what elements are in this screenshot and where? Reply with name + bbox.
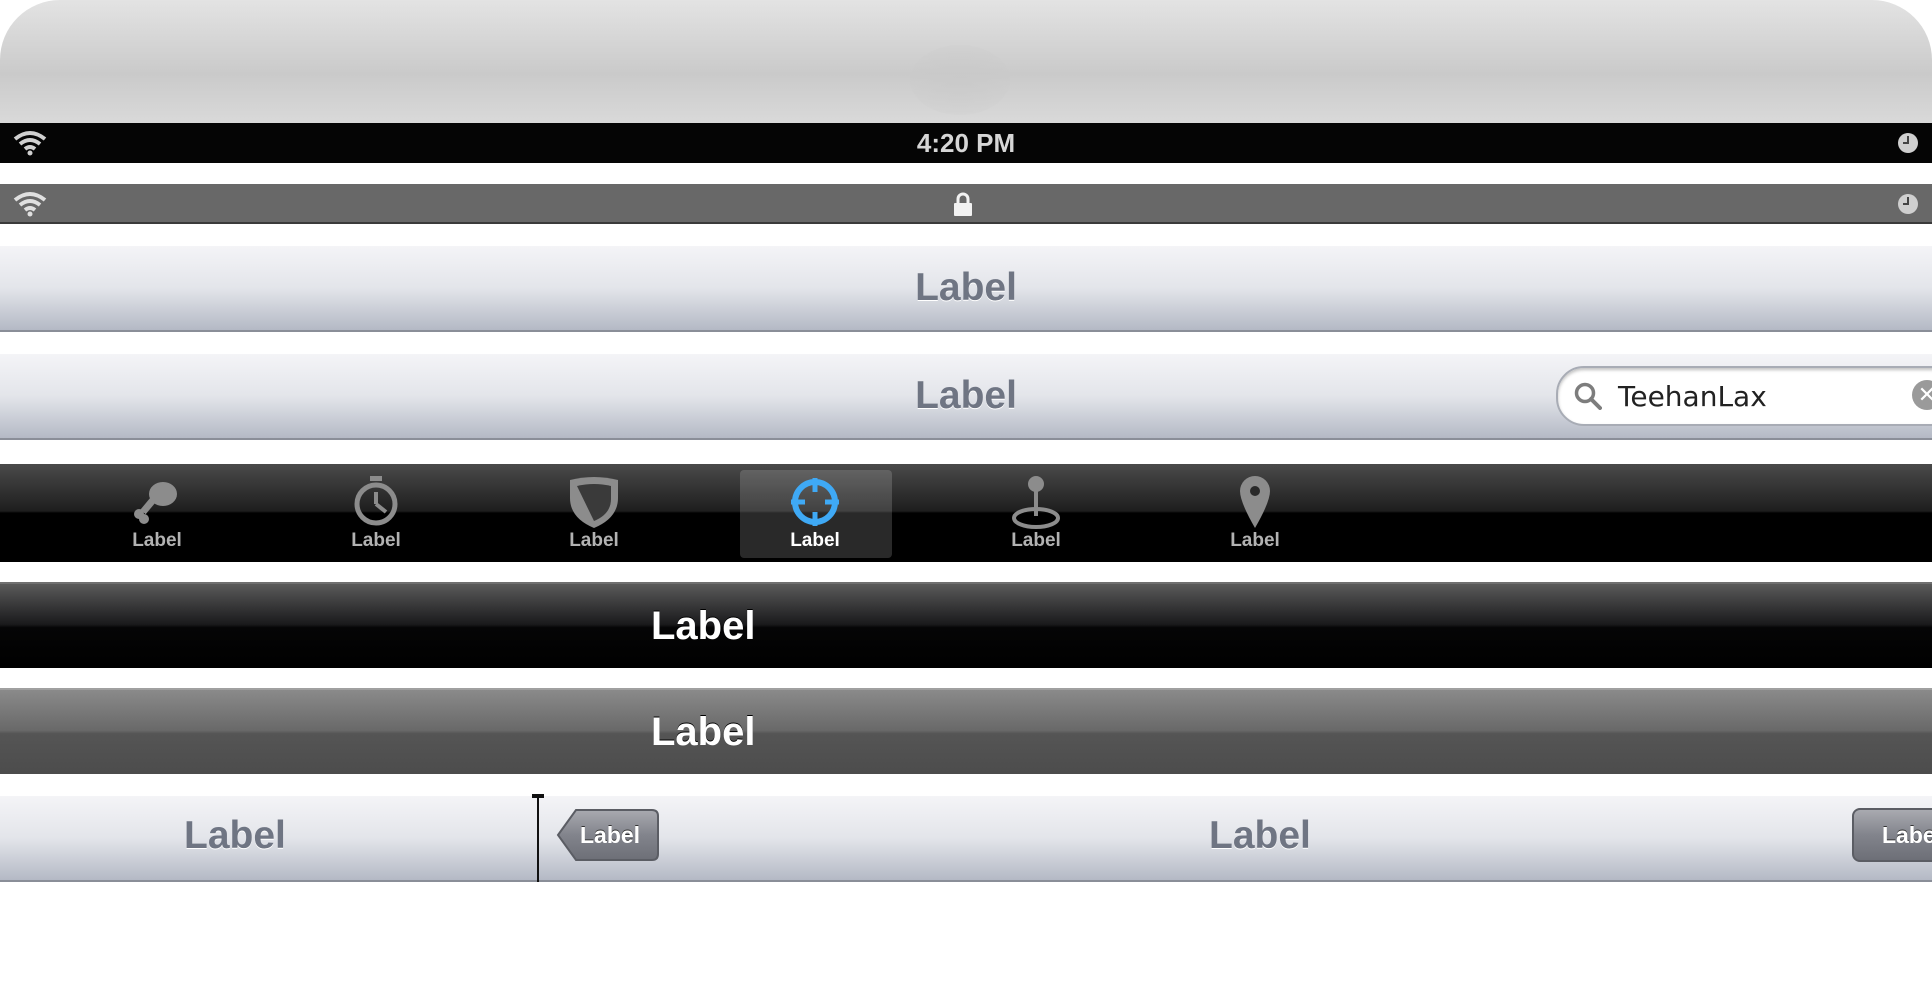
nav-title: Label [915, 374, 1017, 417]
tab-label: Label [1230, 530, 1280, 551]
right-bar-button-label[interactable]: Label [1882, 822, 1932, 849]
tab-label: Label [1011, 530, 1061, 551]
tab-joystick[interactable]: Label [961, 470, 1111, 558]
navigation-bar-with-search: Label TeehanLax ✕ [0, 354, 1932, 440]
lock-icon [954, 192, 972, 216]
split-divider[interactable] [537, 796, 539, 882]
status-bar-dark: 4:20 PM [0, 123, 1932, 163]
status-time: 4:20 PM [916, 127, 1016, 158]
toolbar-gray: Label [0, 688, 1932, 774]
search-input[interactable]: TeehanLax [1618, 380, 1767, 413]
tab-label: Label [569, 530, 619, 551]
camera-lens [910, 45, 1010, 115]
search-field[interactable]: TeehanLax ✕ [1556, 366, 1932, 426]
nav-title: Label [915, 266, 1017, 309]
navigation-bar: Label [0, 246, 1932, 332]
clear-icon[interactable]: ✕ [1912, 380, 1932, 410]
tab-label: Label [132, 530, 182, 551]
master-nav-title: Label [184, 814, 286, 857]
toolbar-title: Label [651, 710, 756, 754]
search-icon [1574, 382, 1602, 410]
joystick-icon [1012, 476, 1060, 529]
toolbar-black: Label [0, 582, 1932, 668]
shield-icon [570, 477, 618, 528]
status-bar-gray [0, 184, 1932, 224]
tab-bar: Label Label Label Label Label Label [0, 464, 1932, 562]
tab-crosshair[interactable]: Label [740, 470, 892, 558]
tab-drumstick[interactable]: Label [82, 470, 232, 558]
tab-label: Label [351, 530, 401, 551]
tab-shield[interactable]: Label [519, 470, 669, 558]
toolbar-title: Label [651, 604, 756, 648]
drumstick-icon [134, 482, 177, 524]
wifi-icon [13, 192, 47, 217]
clock-icon [1898, 194, 1918, 214]
clock-icon [1898, 133, 1918, 153]
tab-stopwatch[interactable]: Label [301, 470, 451, 558]
split-view-nav-bar: Label Label Label Label [0, 794, 1932, 882]
device-bezel [0, 0, 1932, 123]
back-button-label[interactable]: Label [580, 822, 640, 849]
map-pin-icon [1240, 476, 1270, 528]
tab-label: Label [790, 530, 840, 551]
detail-nav-title: Label [1209, 814, 1311, 857]
stopwatch-icon [354, 476, 398, 526]
wifi-icon [13, 131, 47, 156]
crosshair-icon [791, 478, 839, 526]
tab-map-pin[interactable]: Label [1180, 470, 1330, 558]
